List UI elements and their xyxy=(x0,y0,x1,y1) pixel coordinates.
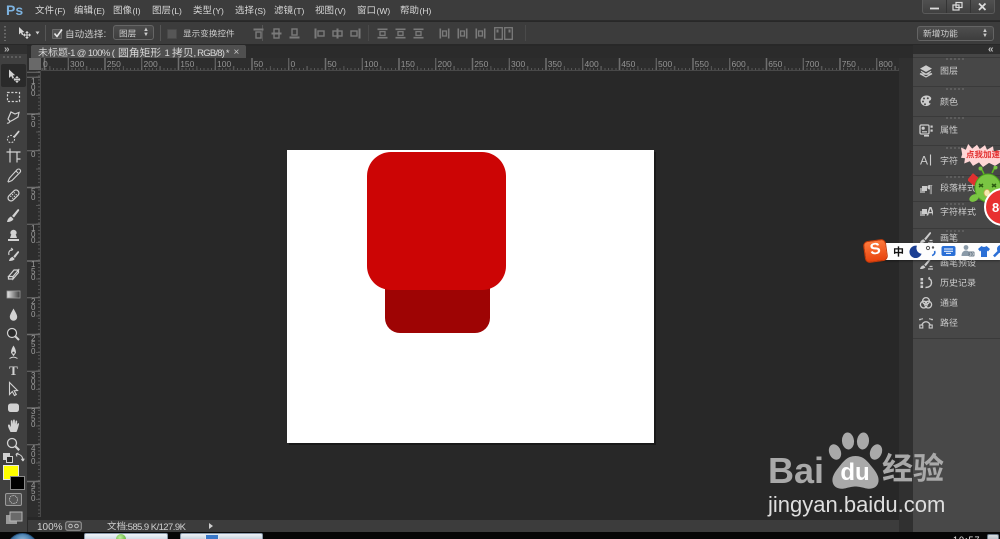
svg-text:A: A xyxy=(926,205,933,219)
svg-text:A: A xyxy=(920,154,928,168)
svg-text:T: T xyxy=(9,363,18,378)
svg-text:¶: ¶ xyxy=(927,181,933,195)
svg-text:du: du xyxy=(840,459,869,486)
svg-text:10: 10 xyxy=(969,252,975,257)
